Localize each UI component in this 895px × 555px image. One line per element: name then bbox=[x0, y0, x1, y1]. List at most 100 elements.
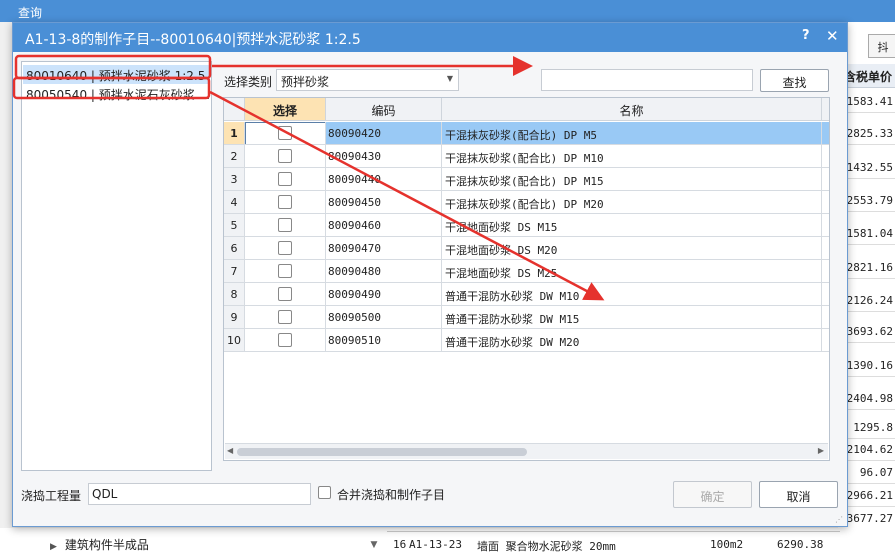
material-item-80010640[interactable]: 80010640 | 预拌水泥砂浆 1:2.5 bbox=[23, 65, 210, 84]
extra-column-header bbox=[822, 98, 829, 121]
select-checkbox[interactable] bbox=[278, 149, 292, 163]
row-number: 5 bbox=[224, 214, 245, 237]
row-number: 1 bbox=[224, 122, 245, 145]
extra-cell bbox=[822, 237, 829, 260]
price-cell[interactable]: 2104.62 bbox=[840, 438, 895, 461]
background-table-row[interactable]: 16 A1-13-23 墙面 聚合物水泥砂浆 20mm 100m2 6290.3… bbox=[387, 531, 840, 555]
table-row[interactable]: 4 80090450 干混抹灰砂浆(配合比) DP M20 bbox=[224, 191, 829, 214]
tree-item-building-components[interactable]: ▶ 建筑构件半成品 bbox=[50, 536, 149, 553]
select-cell[interactable] bbox=[245, 145, 326, 168]
row-code: A1-13-23 bbox=[409, 538, 462, 551]
row-number: 6 bbox=[224, 237, 245, 260]
code-cell: 80090490 bbox=[326, 283, 442, 306]
name-cell: 干混抹灰砂浆(配合比) DP M10 bbox=[442, 145, 822, 168]
select-checkbox[interactable] bbox=[278, 218, 292, 232]
price-cell[interactable]: 1295.8 bbox=[840, 416, 895, 439]
row-number: 4 bbox=[224, 191, 245, 214]
extra-cell bbox=[822, 283, 829, 306]
category-value: 预拌砂浆 bbox=[281, 75, 330, 89]
select-checkbox[interactable] bbox=[278, 310, 292, 324]
cancel-button[interactable]: 取消 bbox=[759, 481, 838, 508]
select-cell[interactable] bbox=[245, 260, 326, 283]
extra-cell bbox=[822, 168, 829, 191]
row-number-header bbox=[224, 98, 245, 121]
price-cell[interactable]: 96.07 bbox=[840, 461, 895, 484]
price-cell[interactable]: 1432.55 bbox=[840, 156, 895, 179]
price-cell[interactable]: 1581.04 bbox=[840, 222, 895, 245]
price-cell[interactable]: 2126.24 bbox=[840, 289, 895, 312]
name-cell: 干混抹灰砂浆(配合比) DP M5 bbox=[442, 122, 822, 145]
select-checkbox[interactable] bbox=[278, 172, 292, 186]
price-cell[interactable]: 3693.62 bbox=[840, 320, 895, 343]
table-row[interactable]: 5 80090460 干混地面砂浆 DS M15 bbox=[224, 214, 829, 237]
expand-arrow-icon[interactable]: ▶ bbox=[50, 542, 57, 552]
scroll-left-icon[interactable]: ◀ bbox=[227, 446, 233, 455]
table-row[interactable]: 3 80090440 干混抹灰砂浆(配合比) DP M15 bbox=[224, 168, 829, 191]
merge-checkbox[interactable] bbox=[318, 486, 331, 499]
category-select[interactable]: 预拌砂浆 ▼ bbox=[276, 69, 459, 91]
chevron-down-icon[interactable]: ▼ bbox=[447, 74, 453, 83]
resize-grip-icon[interactable]: ⋰ bbox=[835, 515, 843, 524]
row-number: 2 bbox=[224, 145, 245, 168]
material-item-80050540[interactable]: 80050540 | 预拌水泥石灰砂浆 ... bbox=[23, 84, 210, 103]
select-checkbox[interactable] bbox=[278, 126, 292, 140]
select-cell[interactable] bbox=[245, 237, 326, 260]
select-cell[interactable] bbox=[245, 329, 326, 352]
table-row[interactable]: 10 80090510 普通干混防水砂浆 DW M20 bbox=[224, 329, 829, 352]
select-cell[interactable] bbox=[245, 122, 326, 145]
background-side-button[interactable]: 抖 bbox=[868, 34, 895, 58]
name-cell: 干混抹灰砂浆(配合比) DP M20 bbox=[442, 191, 822, 214]
select-checkbox[interactable] bbox=[278, 195, 292, 209]
table-row[interactable]: 2 80090430 干混抹灰砂浆(配合比) DP M10 bbox=[224, 145, 829, 168]
code-column-header[interactable]: 编码 bbox=[326, 98, 442, 121]
name-cell: 普通干混防水砂浆 DW M15 bbox=[442, 306, 822, 329]
scroll-right-icon[interactable]: ▶ bbox=[818, 446, 824, 455]
select-checkbox[interactable] bbox=[278, 287, 292, 301]
extra-cell bbox=[822, 306, 829, 329]
select-cell[interactable] bbox=[245, 214, 326, 237]
table-row[interactable]: 7 80090480 干混地面砂浆 DS M25 bbox=[224, 260, 829, 283]
price-cell[interactable]: 2825.33 bbox=[840, 122, 895, 145]
price-cell[interactable]: 3677.27 bbox=[840, 507, 895, 530]
select-checkbox[interactable] bbox=[278, 333, 292, 347]
extra-cell bbox=[822, 191, 829, 214]
select-checkbox[interactable] bbox=[278, 241, 292, 255]
table-row[interactable]: 1 80090420 干混抹灰砂浆(配合比) DP M5 bbox=[224, 122, 829, 145]
select-cell[interactable] bbox=[245, 306, 326, 329]
price-cell[interactable]: 2553.79 bbox=[840, 189, 895, 212]
price-cell[interactable]: 1390.16 bbox=[840, 354, 895, 377]
select-column-header[interactable]: 选择 bbox=[245, 98, 326, 121]
code-cell: 80090420 bbox=[326, 122, 442, 145]
name-cell: 干混地面砂浆 DS M15 bbox=[442, 214, 822, 237]
window-title-bar: 查询 bbox=[0, 0, 895, 22]
name-column-header[interactable]: 名称 bbox=[442, 98, 822, 121]
price-cell[interactable]: 2966.21 bbox=[840, 484, 895, 507]
horizontal-scrollbar[interactable]: ◀ ▶ bbox=[225, 443, 828, 459]
extra-cell bbox=[822, 260, 829, 283]
quantity-input[interactable]: QDL bbox=[88, 483, 311, 505]
price-cell[interactable]: 2821.16 bbox=[840, 256, 895, 279]
select-cell[interactable] bbox=[245, 283, 326, 306]
ok-button[interactable]: 确定 bbox=[673, 481, 752, 508]
find-button[interactable]: 查找 bbox=[760, 69, 829, 92]
close-icon[interactable]: ✕ bbox=[826, 27, 839, 45]
scrollbar-thumb[interactable] bbox=[237, 448, 527, 456]
merge-label[interactable]: 合并浇捣和制作子目 bbox=[337, 486, 445, 503]
dialog-title-bar: A1-13-8的制作子目--80010640|预拌水泥砂浆 1:2.5 bbox=[13, 23, 847, 52]
name-cell: 干混地面砂浆 DS M20 bbox=[442, 237, 822, 260]
price-cell[interactable]: 1583.41 bbox=[840, 90, 895, 113]
table-row[interactable]: 6 80090470 干混地面砂浆 DS M20 bbox=[224, 237, 829, 260]
scroll-down-arrow-icon[interactable]: ▼ bbox=[366, 540, 382, 555]
extra-cell bbox=[822, 145, 829, 168]
select-cell[interactable] bbox=[245, 191, 326, 214]
table-row[interactable]: 8 80090490 普通干混防水砂浆 DW M10 bbox=[224, 283, 829, 306]
name-cell: 普通干混防水砂浆 DW M20 bbox=[442, 329, 822, 352]
price-cell[interactable]: 2404.98 bbox=[840, 387, 895, 410]
help-icon[interactable]: ? bbox=[802, 28, 810, 43]
select-checkbox[interactable] bbox=[278, 264, 292, 278]
table-row[interactable]: 9 80090500 普通干混防水砂浆 DW M15 bbox=[224, 306, 829, 329]
select-cell[interactable] bbox=[245, 168, 326, 191]
code-cell: 80090430 bbox=[326, 145, 442, 168]
tree-item-label: 建筑构件半成品 bbox=[64, 538, 149, 552]
search-input[interactable] bbox=[541, 69, 753, 91]
